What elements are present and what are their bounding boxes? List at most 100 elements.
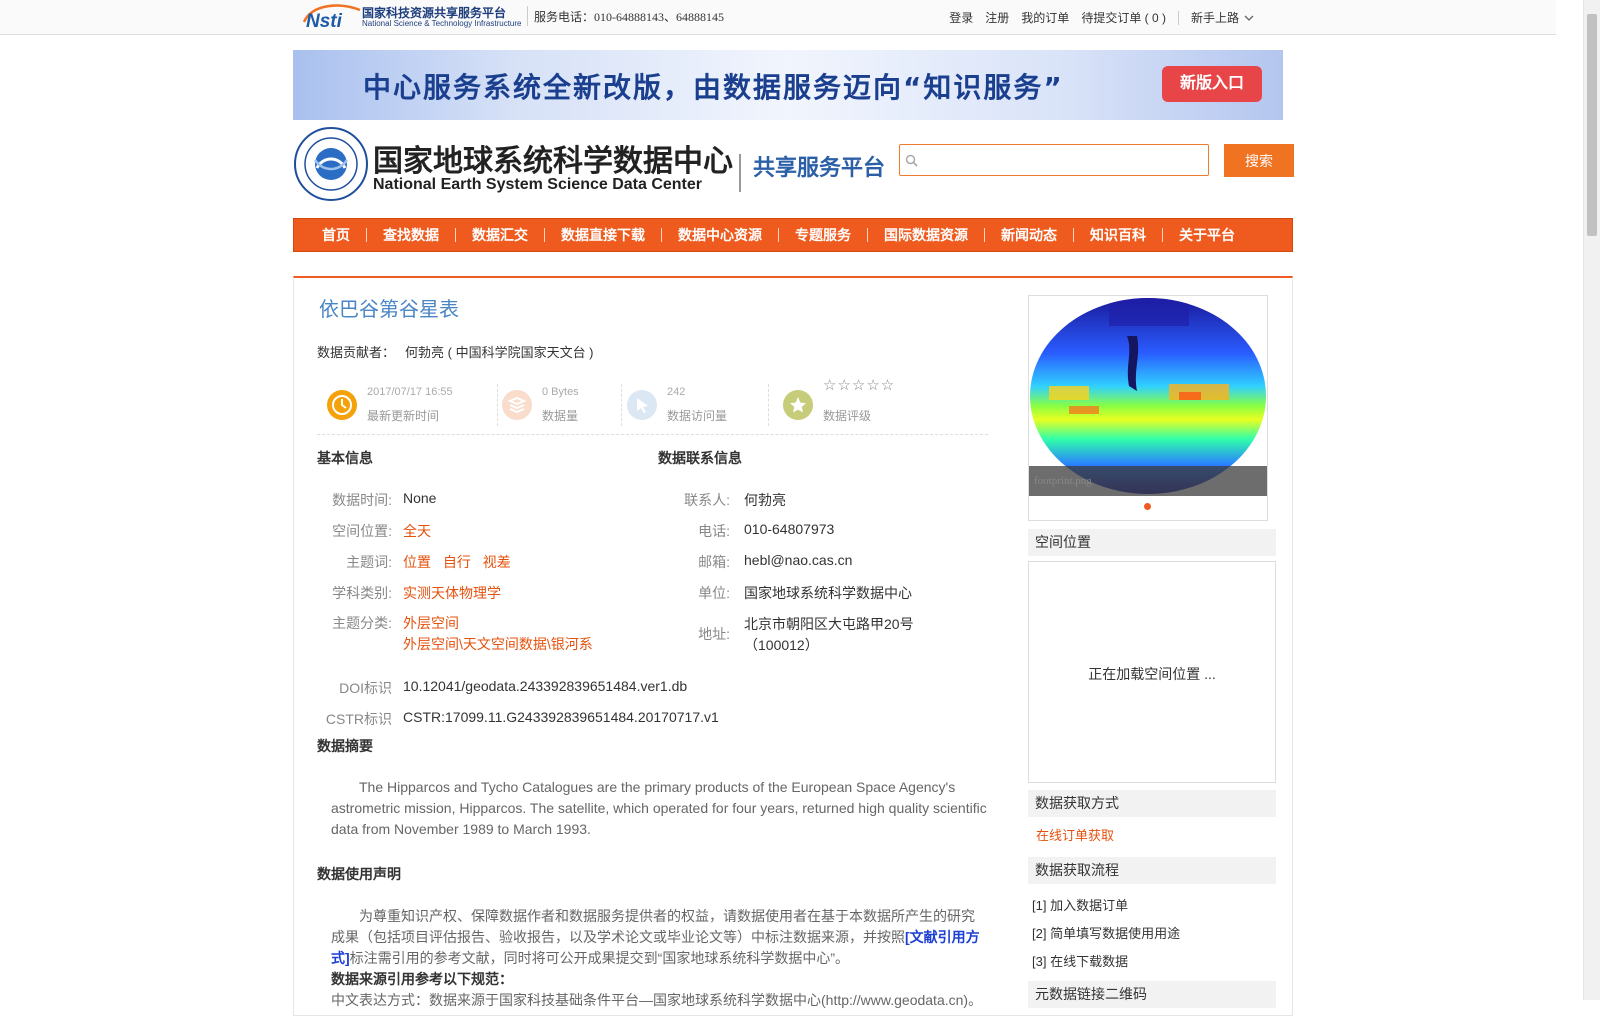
top-links: 登录 注册 我的订单 待提交订单 ( 0 ) 新手上路 xyxy=(937,9,1254,26)
field-label: 电话: xyxy=(698,523,730,539)
usage-line: 标注需引用的参考文献，同时将可公开成果提交到“国家地球系统科学数据中心”。 xyxy=(349,950,849,966)
spatial-link[interactable]: 全天 xyxy=(403,521,431,541)
banner-text: 中心服务系统全新改版，由数据服务迈向“知识服务” xyxy=(363,71,1064,104)
search-button[interactable]: 搜索 xyxy=(1224,144,1294,177)
citation-format-link[interactable]: [文献引用方 xyxy=(905,929,980,945)
field-value: 何勃亮 xyxy=(744,492,786,508)
abstract-text: The Hipparcos and Tycho Catalogues are t… xyxy=(331,777,996,840)
citation-format-link[interactable]: 式] xyxy=(331,950,350,966)
stats-bar: 2017/07/17 16:55 最新更新时间 0 Bytes 数据量 242 … xyxy=(317,377,988,435)
abstract-line: data from November 1989 to March 1993. xyxy=(331,821,591,837)
field-label: 单位: xyxy=(698,585,730,601)
org-name-en: National Earth System Science Data Cente… xyxy=(373,176,703,193)
nav-encyclopedia[interactable]: 知识百科 xyxy=(1074,225,1162,245)
field-value: （100012） xyxy=(744,637,819,653)
field-label: 主题分类: xyxy=(332,615,392,631)
contact-info-heading: 数据联系信息 xyxy=(658,450,742,466)
discipline-link[interactable]: 实测天体物理学 xyxy=(403,583,501,603)
main-nav: 首页 查找数据 数据汇交 数据直接下载 数据中心资源 专题服务 国际数据资源 新… xyxy=(293,218,1293,252)
field-label: CSTR标识 xyxy=(325,711,392,727)
center-logo[interactable]: 国家地球系统科学数据中心 National Earth System Scien… xyxy=(293,126,893,204)
top-bar: Nsti 国家科技资源共享服务平台 National Science & Tec… xyxy=(0,0,1556,35)
cstr-value: CSTR:17099.11.G243392839651484.20170717.… xyxy=(403,709,719,725)
stat-visits-value: 242 xyxy=(667,386,686,398)
cursor-icon xyxy=(627,390,657,420)
nav-topic-services[interactable]: 专题服务 xyxy=(779,225,867,245)
field-value: None xyxy=(403,490,437,506)
clock-icon xyxy=(327,390,357,420)
stat-updated-value: 2017/07/17 16:55 xyxy=(367,386,453,398)
field-label: 数据时间: xyxy=(332,492,392,508)
contributor-label: 数据贡献者： xyxy=(317,345,396,360)
stat-size-value: 0 Bytes xyxy=(542,386,579,398)
page-scrollbar[interactable] xyxy=(1583,0,1600,1000)
footprint-caption: footprint.png xyxy=(1029,466,1267,496)
process-step: [2] 简单填写数据使用用途 xyxy=(1032,926,1181,941)
field-value: hebl@nao.cas.cn xyxy=(744,552,853,568)
abstract-heading: 数据摘要 xyxy=(317,738,373,754)
access-heading: 数据获取方式 xyxy=(1028,790,1276,817)
stat-rating: ☆☆☆☆☆ 数据评级 xyxy=(773,377,933,428)
stat-size: 0 Bytes 数据量 xyxy=(492,380,612,428)
service-phone: 服务电话：010-64888143、64888145 xyxy=(534,10,724,24)
nav-center-resources[interactable]: 数据中心资源 xyxy=(662,225,778,245)
field-label: 邮箱: xyxy=(698,554,730,570)
process-heading: 数据获取流程 xyxy=(1028,857,1276,884)
star-badge-icon xyxy=(783,390,813,420)
field-label: 空间位置: xyxy=(332,523,392,539)
divider xyxy=(527,6,528,26)
keyword-link[interactable]: 视差 xyxy=(483,554,511,570)
keyword-link[interactable]: 自行 xyxy=(443,554,471,570)
nsti-logo[interactable]: Nsti 国家科技资源共享服务平台 National Science & Tec… xyxy=(300,2,522,32)
nav-find-data[interactable]: 查找数据 xyxy=(367,225,455,245)
process-step: [3] 在线下载数据 xyxy=(1032,954,1129,969)
scrollbar-thumb[interactable] xyxy=(1587,14,1597,236)
page-title: 依巴谷第谷星表 xyxy=(319,299,459,321)
newbie-guide-dropdown[interactable]: 新手上路 xyxy=(1191,9,1254,26)
chevron-down-icon xyxy=(1244,15,1254,21)
nav-home[interactable]: 首页 xyxy=(306,225,366,245)
register-link[interactable]: 注册 xyxy=(985,9,1009,26)
keyword-list: 位置 自行 视差 xyxy=(403,552,519,572)
field-label: 主题词: xyxy=(346,554,392,570)
nav-international-data[interactable]: 国际数据资源 xyxy=(868,225,984,245)
nav-about[interactable]: 关于平台 xyxy=(1163,225,1251,245)
divider xyxy=(1177,10,1179,25)
category-path-link[interactable]: 外层空间\天文空间数据\银河系 xyxy=(403,634,593,654)
field-label: DOI标识 xyxy=(339,680,392,696)
database-icon xyxy=(502,390,532,420)
field-label: 学科类别: xyxy=(332,585,392,601)
promo-banner[interactable]: 中心服务系统全新改版，由数据服务迈向“知识服务” 新版入口 xyxy=(293,50,1283,120)
nav-news[interactable]: 新闻动态 xyxy=(985,225,1073,245)
online-order-link[interactable]: 在线订单获取 xyxy=(1036,825,1114,844)
citation-line: 中文表达方式：数据来源于国家科技基础条件平台—国家地球系统科学数据中心(http… xyxy=(331,992,983,1008)
svg-text:Nsti: Nsti xyxy=(306,11,343,30)
platform-subtitle: 共享服务平台 xyxy=(753,156,886,181)
qr-heading: 元数据链接二维码 xyxy=(1028,981,1276,1008)
stat-visits-label: 数据访问量 xyxy=(667,409,728,423)
stat-updated: 2017/07/17 16:55 最新更新时间 xyxy=(317,380,487,428)
usage-heading: 数据使用声明 xyxy=(317,866,401,882)
my-orders-link[interactable]: 我的订单 xyxy=(1021,9,1069,26)
rating-stars[interactable]: ☆☆☆☆☆ xyxy=(823,376,895,394)
nav-data-submission[interactable]: 数据汇交 xyxy=(456,225,544,245)
new-version-button[interactable]: 新版入口 xyxy=(1162,66,1262,102)
field-label: 联系人: xyxy=(684,492,730,508)
pending-orders-link[interactable]: 待提交订单 ( 0 ) xyxy=(1081,9,1166,26)
keyword-link[interactable]: 位置 xyxy=(403,554,431,570)
citation-heading: 数据来源引用参考以下规范： xyxy=(331,971,513,987)
nav-direct-download[interactable]: 数据直接下载 xyxy=(545,225,661,245)
spatial-heading: 空间位置 xyxy=(1028,529,1276,556)
doi-value: 10.12041/geodata.243392839651484.ver1.db xyxy=(403,678,688,694)
search-icon xyxy=(905,154,918,167)
carousel-dot[interactable] xyxy=(1144,503,1151,510)
category-link[interactable]: 外层空间 xyxy=(403,613,459,633)
stat-size-label: 数据量 xyxy=(542,409,579,423)
login-link[interactable]: 登录 xyxy=(949,9,973,26)
search-input[interactable] xyxy=(899,144,1209,176)
usage-text: 为尊重知识产权、保障数据作者和数据服务提供者的权益，请数据使用者在基于本数据所产… xyxy=(331,906,996,1011)
org-name-cn: 国家地球系统科学数据中心 xyxy=(373,144,733,179)
field-value: 010-64807973 xyxy=(744,521,835,537)
process-step: [1] 加入数据订单 xyxy=(1032,898,1129,913)
field-label: 地址: xyxy=(698,626,730,642)
